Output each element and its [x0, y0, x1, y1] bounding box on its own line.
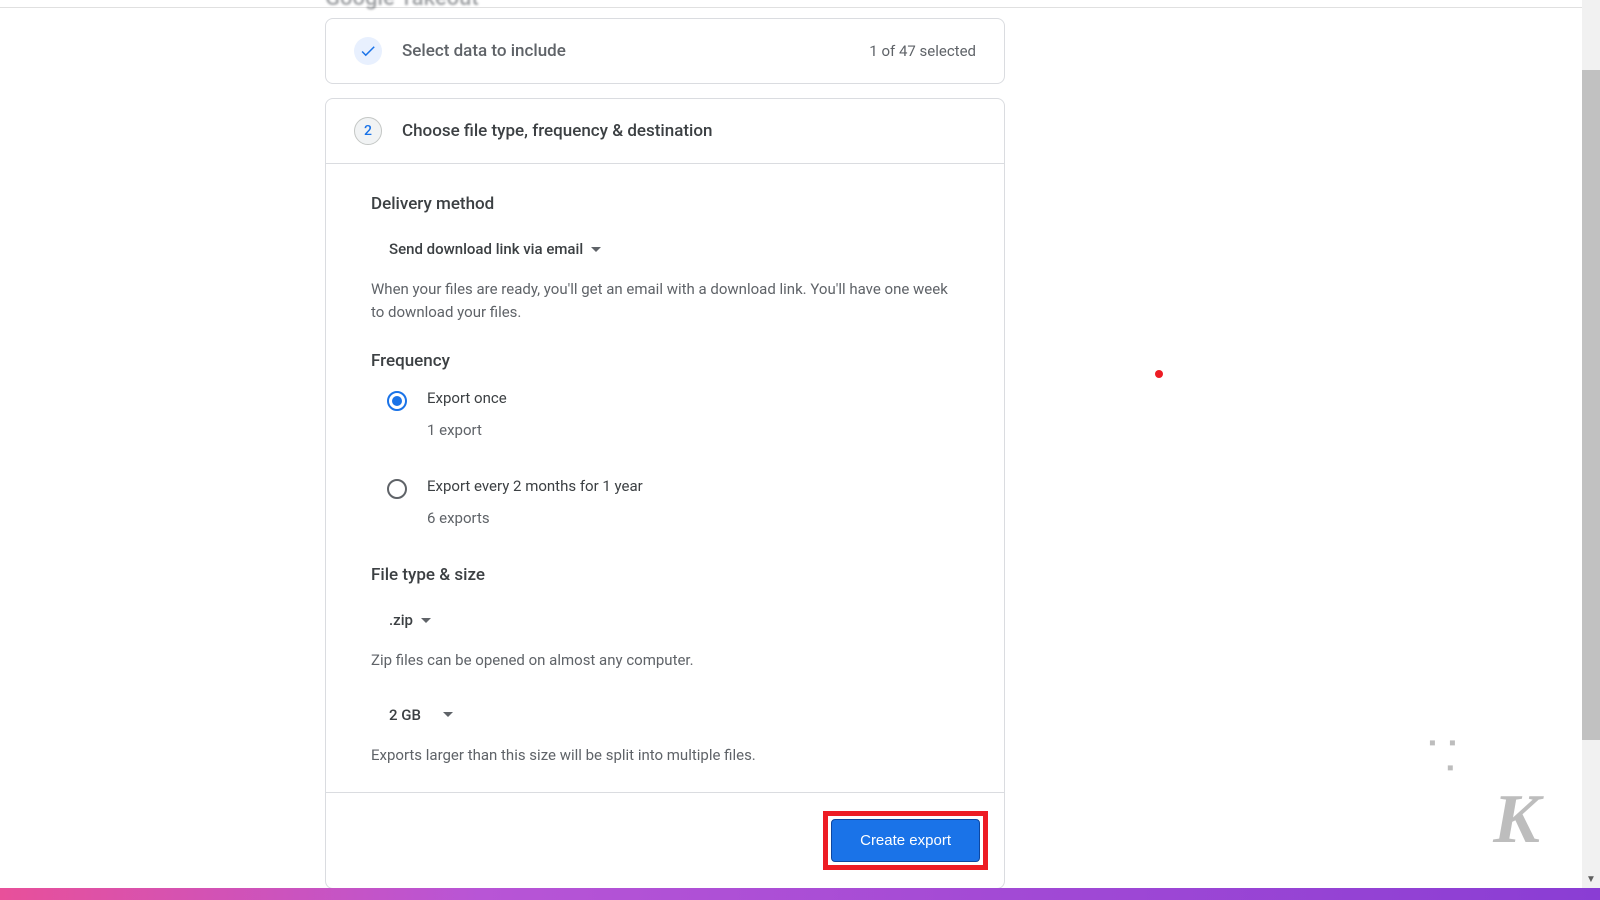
frequency-once-label: Export once: [427, 389, 507, 407]
step1-header[interactable]: Select data to include 1 of 47 selected: [326, 19, 1004, 83]
radio-icon: [387, 391, 407, 411]
step2-footer: Create export: [326, 792, 1004, 888]
chevron-down-icon: [591, 247, 601, 252]
frequency-2mo-label: Export every 2 months for 1 year: [427, 477, 643, 495]
main-container: Select data to include 1 of 47 selected …: [325, 18, 1005, 889]
page-title: Google Takeout: [325, 0, 479, 11]
create-export-button[interactable]: Create export: [831, 819, 980, 862]
step1-title: Select data to include: [402, 41, 566, 61]
step2-header: 2 Choose file type, frequency & destinat…: [326, 99, 1004, 163]
scroll-down-icon[interactable]: ▼: [1582, 870, 1600, 888]
radio-icon: [387, 479, 407, 499]
delivery-method-selected: Send download link via email: [389, 240, 583, 258]
filetype-selected: .zip: [389, 611, 413, 629]
filetype-dropdown[interactable]: .zip: [371, 603, 437, 637]
scrollbar-thumb[interactable]: [1582, 70, 1600, 740]
chevron-down-icon: [443, 712, 453, 717]
frequency-heading: Frequency: [371, 351, 959, 371]
check-icon: [354, 37, 382, 65]
page-header: Google Takeout: [0, 0, 1600, 8]
frequency-radio-group: Export once 1 export Export every 2 mont…: [371, 389, 959, 527]
delivery-method-dropdown[interactable]: Send download link via email: [371, 232, 607, 266]
filesize-selected: 2 GB: [389, 706, 421, 724]
frequency-option-every2months[interactable]: Export every 2 months for 1 year 6 expor…: [387, 477, 959, 527]
chevron-down-icon: [421, 618, 431, 623]
frequency-once-sublabel: 1 export: [427, 421, 507, 439]
cursor-dot-icon: [1155, 370, 1163, 378]
delivery-heading: Delivery method: [371, 194, 959, 214]
frequency-2mo-sublabel: 6 exports: [427, 509, 643, 527]
step1-card[interactable]: Select data to include 1 of 47 selected: [325, 18, 1005, 84]
watermark-k-icon: K: [1493, 780, 1540, 860]
step1-selected-count: 1 of 47 selected: [869, 42, 976, 60]
filetype-heading: File type & size: [371, 565, 959, 585]
watermark-dots-icon: ▪ ▪ ▪: [1429, 730, 1460, 780]
step2-card: 2 Choose file type, frequency & destinat…: [325, 98, 1005, 889]
filetype-helper: Zip files can be opened on almost any co…: [371, 649, 959, 672]
scrollbar[interactable]: ▼: [1582, 0, 1600, 888]
gradient-footer-bar: [0, 888, 1600, 900]
filesize-dropdown[interactable]: 2 GB: [371, 698, 459, 732]
step2-number-icon: 2: [354, 117, 382, 145]
filesize-helper: Exports larger than this size will be sp…: [371, 744, 959, 767]
step2-title: Choose file type, frequency & destinatio…: [402, 121, 713, 141]
create-export-highlight: Create export: [823, 811, 988, 870]
frequency-option-once[interactable]: Export once 1 export: [387, 389, 959, 439]
step2-body: Delivery method Send download link via e…: [326, 163, 1004, 766]
delivery-helper: When your files are ready, you'll get an…: [371, 278, 959, 323]
